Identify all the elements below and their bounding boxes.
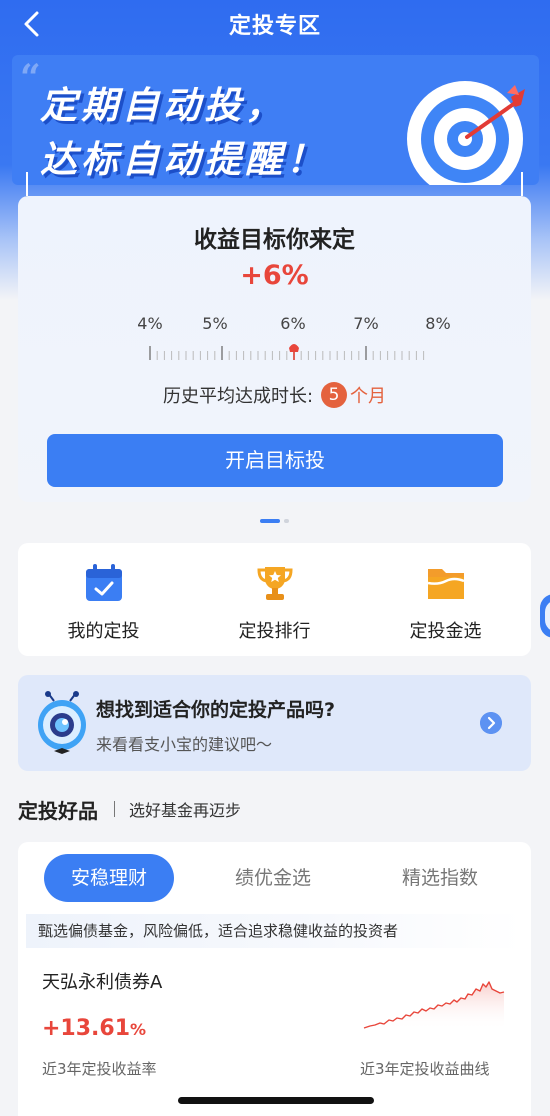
fund-return-unit: % <box>130 1020 147 1039</box>
tab-index-picks[interactable]: 精选指数 <box>380 854 500 902</box>
avg-duration-row: 历史平均达成时长: 5 个月 <box>18 382 531 408</box>
goal-value: +6% <box>240 260 309 291</box>
calendar-check-icon <box>85 564 122 601</box>
banner-line-1: 定期自动投， <box>40 84 286 127</box>
folder-icon <box>427 569 464 599</box>
target-arrow-icon <box>407 81 525 185</box>
section-title: 定投好品 <box>18 798 98 823</box>
fund-return-value: +13.61% <box>42 1016 146 1041</box>
menu-label: 我的定投 <box>67 621 140 642</box>
quick-menu: 我的定投 定投排行 定投金选 <box>18 543 531 656</box>
chevron-right-icon[interactable] <box>480 712 502 734</box>
goal-card: 收益目标你来定 +6% 4% 5% 6% 7% 8% 历史平均达成时长: 5 个月 … <box>18 196 531 502</box>
quote-mark: “ <box>20 57 41 99</box>
section-header: 定投好品 选好基金再迈步 <box>18 795 241 823</box>
fund-curve-label: 近3年定投收益曲线 <box>360 1060 490 1078</box>
avg-duration-unit: 个月 <box>350 386 387 407</box>
goal-ruler-slider[interactable]: 4% 5% 6% 7% 8% <box>130 314 451 364</box>
section-subtitle: 选好基金再迈步 <box>129 801 242 820</box>
ruler-label-4[interactable]: 4% <box>137 314 162 333</box>
chevron-left-icon[interactable] <box>20 10 46 38</box>
nav-bar: 定投专区 <box>0 0 550 48</box>
menu-label: 定投排行 <box>238 621 311 642</box>
pager-dot <box>284 519 289 523</box>
fund-name[interactable]: 天弘永利债券A <box>42 968 162 994</box>
section-divider <box>114 801 115 817</box>
ruler-label-7[interactable]: 7% <box>353 314 378 333</box>
menu-gold-picks[interactable]: 定投金选 <box>360 543 531 656</box>
pager-dot-active <box>260 519 280 523</box>
avg-duration-label: 历史平均达成时长: <box>162 386 314 407</box>
ruler-label-8[interactable]: 8% <box>425 314 450 333</box>
goal-title: 收益目标你来定 <box>194 227 355 253</box>
ruler-ticks <box>149 344 425 360</box>
fund-category-description: 甄选偏债基金，风险偏低，适合追求稳健收益的投资者 <box>26 914 523 948</box>
fund-return-label: 近3年定投收益率 <box>42 1060 157 1078</box>
fund-card: 安稳理财 绩优金选 精选指数 甄选偏债基金，风险偏低，适合追求稳健收益的投资者 … <box>18 842 531 1116</box>
page-title: 定投专区 <box>228 14 321 39</box>
promo-banner[interactable]: “ 定期自动投， 达标自动提醒！ <box>12 55 539 185</box>
tab-stable-finance[interactable]: 安稳理财 <box>44 854 174 902</box>
menu-my-plans[interactable]: 我的定投 <box>18 543 189 656</box>
tab-top-performers[interactable]: 绩优金选 <box>213 854 333 902</box>
side-float-tab[interactable] <box>540 594 550 638</box>
fund-sparkline <box>363 981 505 1030</box>
menu-label: 定投金选 <box>409 621 482 642</box>
assistant-subtitle: 来看看支小宝的建议吧～ <box>96 735 273 754</box>
avg-duration-badge: 5 <box>321 382 348 408</box>
home-indicator <box>178 1097 374 1104</box>
ruler-label-5[interactable]: 5% <box>202 314 227 333</box>
assistant-title: 想找到适合你的定投产品吗? <box>96 699 336 721</box>
start-goal-button[interactable]: 开启目标投 <box>47 434 503 487</box>
trophy-icon <box>256 567 293 600</box>
fund-return-number: +13.61 <box>42 1016 131 1041</box>
ruler-label-6[interactable]: 6% <box>280 314 305 333</box>
banner-line-2: 达标自动提醒！ <box>40 138 327 181</box>
assistant-banner[interactable]: 想找到适合你的定投产品吗? 来看看支小宝的建议吧～ <box>18 675 531 771</box>
robot-mascot-icon <box>38 691 86 754</box>
menu-ranking[interactable]: 定投排行 <box>189 543 360 656</box>
